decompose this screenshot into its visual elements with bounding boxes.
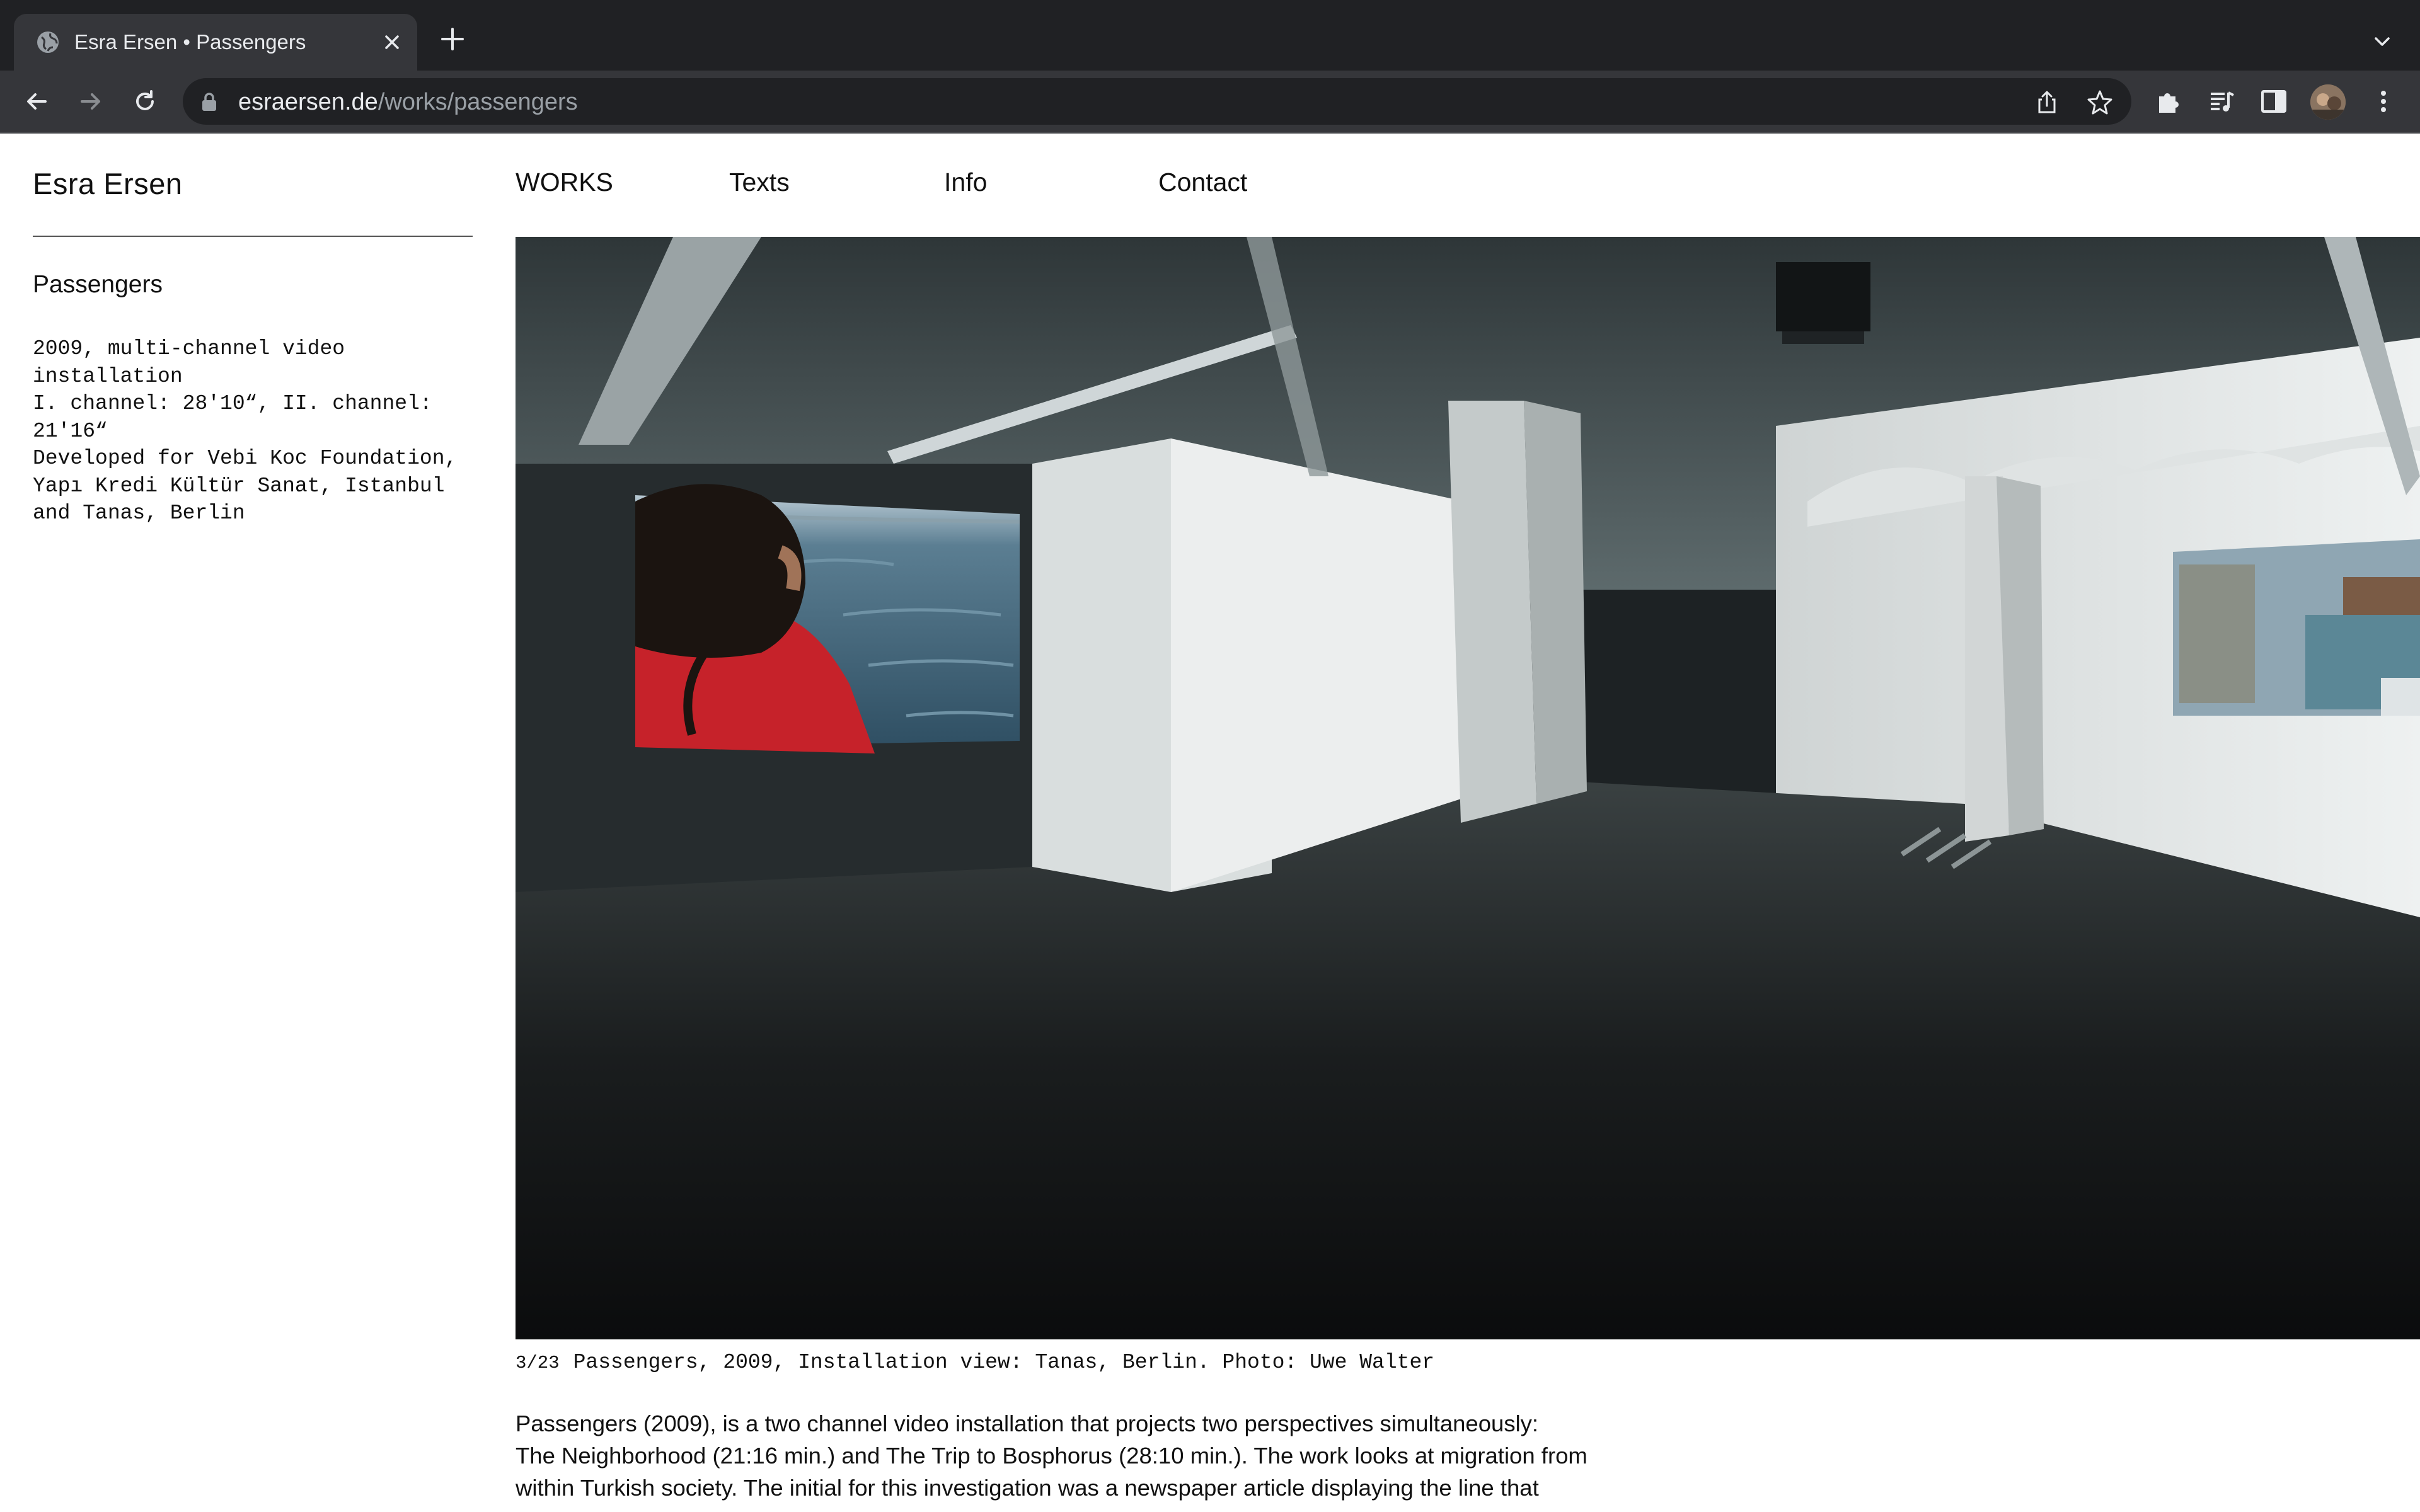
detail-line: installation bbox=[33, 364, 183, 388]
url-host: esraersen.de bbox=[238, 89, 378, 115]
url-text[interactable]: esraersen.de/works/passengers bbox=[238, 88, 578, 116]
site-logo-link[interactable]: Esra Ersen bbox=[33, 166, 182, 201]
browser-tab[interactable]: Esra Ersen • Passengers bbox=[14, 14, 417, 71]
detail-line: Yapı Kredi Kültür Sanat, Istanbul bbox=[33, 474, 445, 498]
nav-texts[interactable]: Texts bbox=[729, 168, 790, 197]
browser-window: Esra Ersen • Passengers esraersen.de/wor… bbox=[0, 0, 2420, 1512]
nav-contact[interactable]: Contact bbox=[1158, 168, 1247, 197]
chevron-down-icon[interactable] bbox=[2371, 30, 2394, 53]
caption-text: Passengers, 2009, Installation view: Tan… bbox=[573, 1351, 1435, 1374]
star-icon[interactable] bbox=[2086, 88, 2114, 116]
tab-strip: Esra Ersen • Passengers bbox=[0, 0, 2420, 71]
detail-line: I. channel: 28'10“, II. channel: bbox=[33, 392, 432, 415]
image-counter: 3/23 bbox=[516, 1353, 560, 1373]
work-title: Passengers bbox=[33, 271, 163, 298]
work-description: Passengers (2009), is a two channel vide… bbox=[516, 1407, 1669, 1504]
image-caption: 3/23 Passengers, 2009, Installation view:… bbox=[516, 1351, 1434, 1374]
share-icon[interactable] bbox=[2033, 88, 2061, 116]
chrome-divider bbox=[0, 132, 2420, 134]
more-vert-icon[interactable] bbox=[2368, 86, 2399, 117]
work-details: 2009, multi-channel video installation I… bbox=[33, 335, 487, 527]
installation-photo[interactable] bbox=[516, 237, 2420, 1339]
avatar[interactable] bbox=[2310, 84, 2346, 120]
detail-line: Developed for Vebi Koc Foundation, bbox=[33, 447, 458, 470]
nav-info[interactable]: Info bbox=[944, 168, 987, 197]
sidebar-divider bbox=[33, 236, 473, 237]
tab-title: Esra Ersen • Passengers bbox=[74, 30, 306, 54]
forward-arrow-icon[interactable] bbox=[76, 86, 106, 117]
globe-icon bbox=[37, 32, 59, 53]
avatar-image bbox=[2310, 84, 2346, 120]
description-line: Passengers (2009), is a two channel vide… bbox=[516, 1411, 1539, 1436]
address-bar[interactable]: esraersen.de/works/passengers bbox=[183, 78, 2131, 125]
description-line: within Turkish society. The initial for … bbox=[516, 1475, 1539, 1501]
reload-icon[interactable] bbox=[130, 86, 160, 117]
back-arrow-icon[interactable] bbox=[21, 86, 52, 117]
browser-toolbar: esraersen.de/works/passengers bbox=[0, 71, 2420, 132]
puzzle-icon[interactable] bbox=[2153, 86, 2183, 117]
plus-icon[interactable] bbox=[439, 25, 466, 53]
side-panel-icon[interactable] bbox=[2259, 86, 2289, 117]
nav-works[interactable]: WORKS bbox=[516, 168, 613, 197]
lock-icon[interactable] bbox=[200, 92, 218, 112]
detail-line: 2009, multi-channel video bbox=[33, 337, 345, 360]
installation-photo-graphic bbox=[516, 237, 2420, 1339]
detail-line: 21'16“ bbox=[33, 419, 108, 443]
close-icon[interactable] bbox=[381, 31, 403, 54]
url-path: /works/passengers bbox=[377, 89, 578, 115]
description-line: The Neighborhood (21:16 min.) and The Tr… bbox=[516, 1443, 1587, 1469]
detail-line: and Tanas, Berlin bbox=[33, 501, 245, 525]
media-control-icon[interactable] bbox=[2207, 86, 2237, 117]
